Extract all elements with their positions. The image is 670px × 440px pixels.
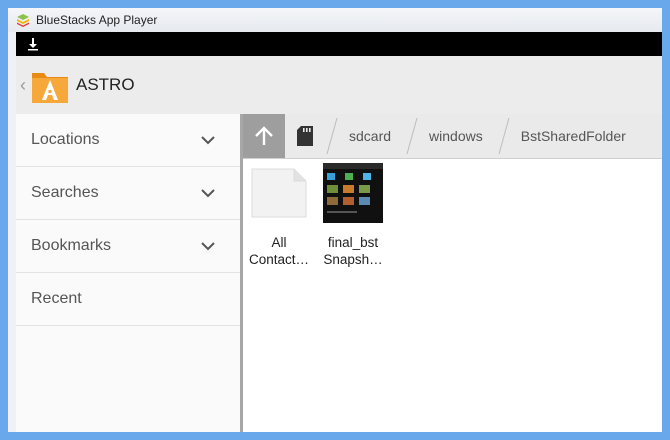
- sidebar-item-searches[interactable]: Searches: [16, 167, 240, 220]
- breadcrumb-label: windows: [429, 128, 483, 144]
- status-bar: [16, 32, 662, 56]
- breadcrumb-separator: [326, 117, 338, 155]
- back-icon[interactable]: ‹: [20, 75, 28, 96]
- file-name: All Contact…: [248, 235, 310, 267]
- sidebar-item-label: Recent: [31, 290, 82, 307]
- breadcrumb-separator: [406, 117, 418, 155]
- bluestacks-window: BlueStacks App Player ‹ ASTRO Locations: [8, 8, 662, 432]
- sdcard-icon: [297, 126, 313, 146]
- chevron-down-icon: [201, 136, 215, 145]
- file-item[interactable]: All Contact…: [245, 163, 313, 268]
- download-icon: [28, 38, 38, 51]
- sidebar-item-recent[interactable]: Recent: [16, 273, 240, 326]
- arrow-up-icon: [255, 126, 273, 145]
- breadcrumb-item[interactable]: sdcard: [325, 114, 405, 158]
- sidebar-item-locations[interactable]: Locations: [16, 114, 240, 167]
- sidebar-item-label: Searches: [31, 184, 99, 201]
- breadcrumb-item[interactable]: BstSharedFolder: [497, 114, 640, 158]
- chevron-down-icon: [201, 189, 215, 198]
- file-item[interactable]: final_bst Snapsh…: [319, 163, 387, 268]
- breadcrumb-separator: [498, 117, 510, 155]
- chevron-down-icon: [201, 242, 215, 251]
- image-thumbnail: [323, 163, 383, 223]
- breadcrumb-item[interactable]: windows: [405, 114, 497, 158]
- blank-document-icon: [251, 168, 307, 218]
- sidebar-item-label: Locations: [31, 131, 100, 148]
- sidebar-item-bookmarks[interactable]: Bookmarks: [16, 220, 240, 273]
- action-bar: ‹ ASTRO: [16, 56, 662, 115]
- file-grid: All Contact… final_bst Snapsh…: [243, 159, 662, 432]
- breadcrumb-label: sdcard: [349, 128, 392, 144]
- window-titlebar[interactable]: BlueStacks App Player: [8, 8, 662, 32]
- sdcard-root-button[interactable]: [285, 114, 325, 158]
- astro-app: ‹ ASTRO Locations Searches Bookmarks Rec…: [16, 32, 662, 432]
- bluestacks-icon: [17, 14, 29, 27]
- breadcrumb-label: BstSharedFolder: [520, 128, 626, 144]
- sidebar-item-label: Bookmarks: [31, 237, 112, 254]
- navigation-drawer: Locations Searches Bookmarks Recent: [16, 114, 243, 432]
- astro-logo-icon[interactable]: [30, 65, 70, 105]
- file-name: final_bst Snapsh…: [323, 235, 383, 267]
- app-title: ASTRO: [76, 75, 135, 94]
- breadcrumb: sdcard windows BstSharedFolder: [243, 114, 662, 159]
- window-title: BlueStacks App Player: [36, 13, 158, 27]
- up-directory-button[interactable]: [243, 114, 285, 158]
